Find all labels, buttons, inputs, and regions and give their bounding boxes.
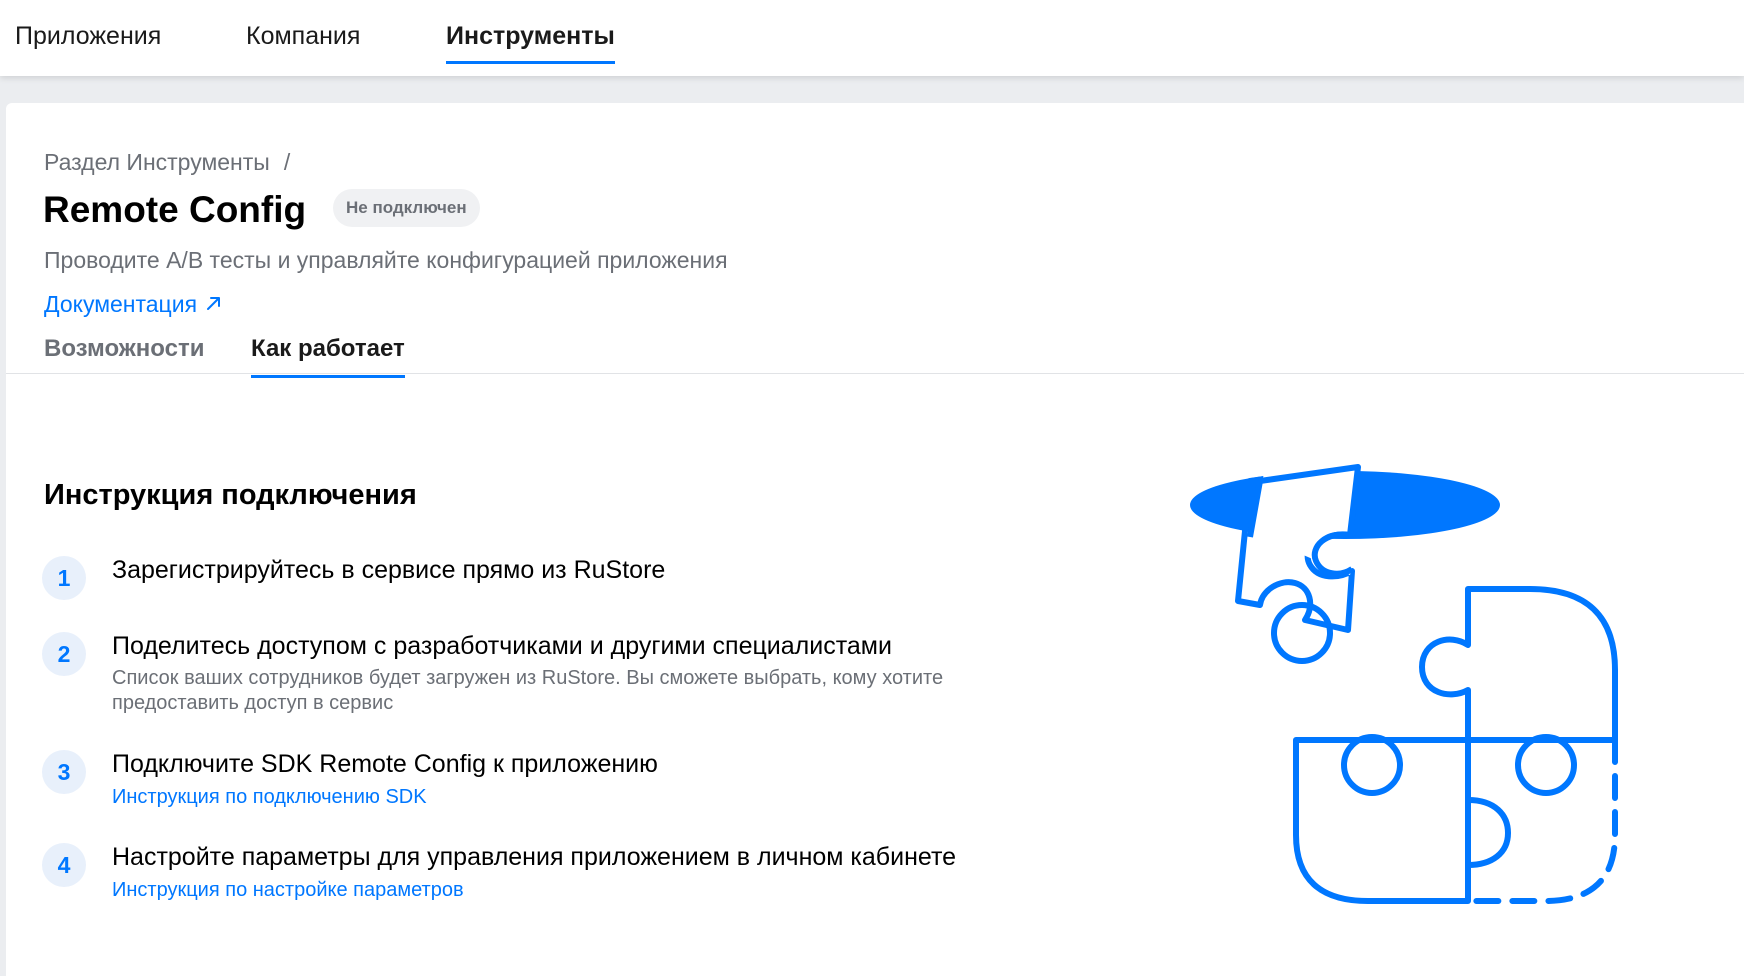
tab-how-it-works[interactable]: Как работает [251, 335, 405, 378]
section-title: Инструкция подключения [44, 479, 417, 511]
tab-features[interactable]: Возможности [44, 335, 205, 375]
step-description: Список ваших сотрудников будет загружен … [112, 667, 944, 714]
status-badge: Не подключен [333, 189, 480, 227]
step-title: Зарегистрируйтесь в сервисе прямо из RuS… [112, 556, 666, 584]
step-number: 3 [42, 750, 86, 794]
nav-item-tools[interactable]: Инструменты [446, 22, 615, 64]
params-instruction-link[interactable]: Инструкция по настройке параметров [112, 879, 464, 902]
breadcrumb-separator: / [283, 149, 291, 175]
documentation-link[interactable]: Документация [44, 291, 223, 318]
step-title: Поделитесь доступом с разработчиками и д… [112, 632, 892, 660]
sdk-instruction-link[interactable]: Инструкция по подключению SDK [112, 786, 427, 809]
step-number: 4 [42, 843, 86, 887]
breadcrumb-tools[interactable]: Раздел Инструменты [44, 149, 270, 175]
page-subtitle: Проводите A/B тесты и управляйте конфигу… [44, 247, 728, 273]
nav-item-apps[interactable]: Приложения [15, 22, 161, 61]
top-navigation: Приложения Компания Инструменты [0, 0, 1744, 76]
tabs-bar: Возможности Как работает [6, 329, 1744, 378]
page-title: Remote Config [43, 189, 307, 230]
step-number: 1 [42, 556, 86, 600]
external-link-icon [205, 291, 223, 318]
documentation-link-label: Документация [44, 291, 198, 317]
step-number: 2 [42, 632, 86, 676]
step-title: Настройте параметры для управления прило… [112, 843, 957, 871]
puzzle-illustration [1190, 455, 1630, 920]
breadcrumb: Раздел Инструменты / [44, 149, 290, 176]
nav-item-company[interactable]: Компания [246, 22, 360, 61]
step-title: Подключите SDK Remote Config к приложени… [112, 750, 658, 778]
